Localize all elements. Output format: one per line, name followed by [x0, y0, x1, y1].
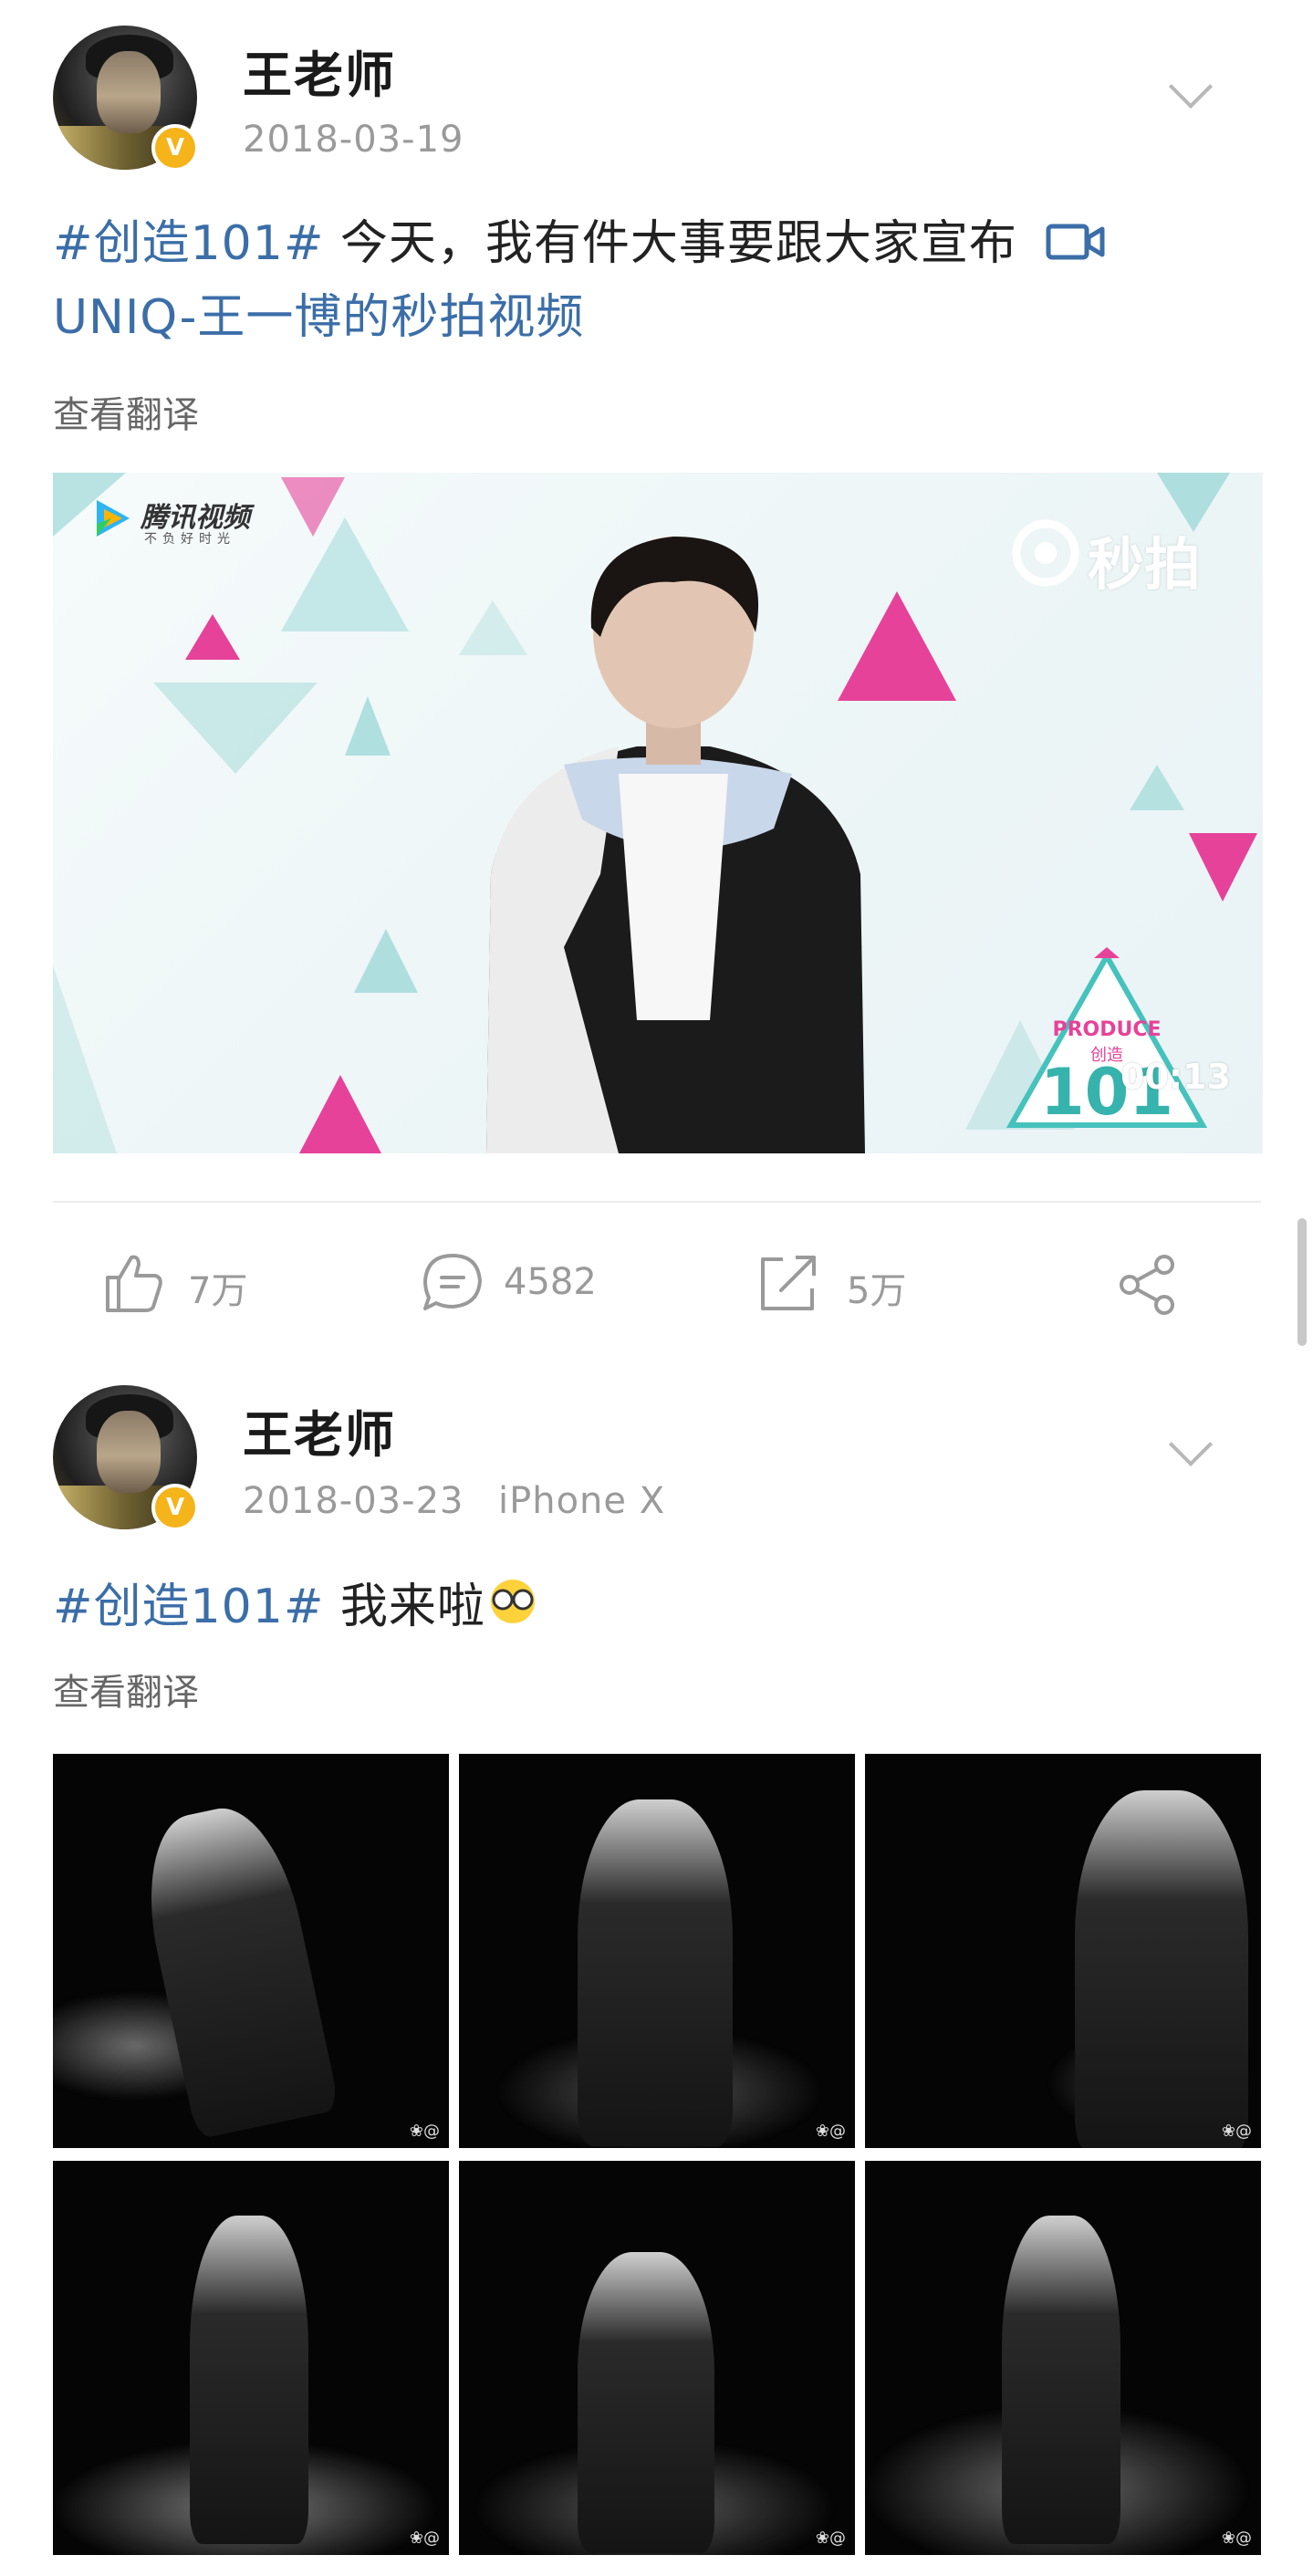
- chevron-down-icon[interactable]: [1168, 1422, 1214, 1467]
- photo-thumbnail[interactable]: ❀@: [459, 1754, 855, 2148]
- like-count: 7万: [188, 1270, 248, 1312]
- tencent-video-icon: [97, 500, 130, 537]
- post-text: #创造101# 今天，我有件大事要跟大家宣布 UNIQ-王一博的秒拍视频: [53, 208, 1276, 353]
- photo-watermark: ❀@: [1221, 2122, 1252, 2141]
- comment-icon: [423, 1254, 482, 1310]
- person-figure: [486, 537, 865, 1153]
- emoji-icon: [485, 1574, 540, 1645]
- post-date: 2018-03-19: [243, 119, 464, 161]
- post-text: #创造101# 我来啦: [53, 1571, 1276, 1645]
- comment-button[interactable]: 4582: [420, 1250, 639, 1323]
- repost-count: 5万: [847, 1270, 907, 1312]
- tencent-video-slogan: 不负好时光: [144, 532, 235, 547]
- photo-watermark: ❀@: [815, 2529, 846, 2548]
- translate-link[interactable]: 查看翻译: [53, 385, 199, 438]
- miaopai-icon: [1012, 519, 1079, 587]
- photo-thumbnail[interactable]: ❀@: [865, 2161, 1261, 2555]
- topic-link[interactable]: #创造101#: [53, 1580, 324, 1634]
- translate-link[interactable]: 查看翻译: [53, 1663, 199, 1716]
- video-timestamp: 00:13: [1120, 1057, 1231, 1097]
- scrollbar[interactable]: [1297, 1218, 1307, 1346]
- username[interactable]: 王老师: [243, 1394, 396, 1466]
- photo-watermark: ❀@: [409, 2122, 440, 2141]
- repost-button[interactable]: 5万: [755, 1250, 956, 1323]
- video-player[interactable]: 腾讯视频 不负好时光 秒拍 PRODUCE 创造 101 00:13: [53, 473, 1263, 1153]
- photo-watermark: ❀@: [409, 2529, 440, 2548]
- photo-thumbnail[interactable]: ❀@: [53, 1754, 449, 2148]
- repost-icon: [761, 1256, 816, 1310]
- produce101-logo: PRODUCE 创造 101: [1006, 947, 1207, 1130]
- verified-badge-icon: V: [151, 124, 199, 172]
- post-body: 今天，我有件大事要跟大家宣布: [324, 216, 1017, 271]
- miaopai-text: 秒拍: [1088, 531, 1202, 598]
- photo-thumbnail[interactable]: ❀@: [459, 2161, 855, 2555]
- produce-text: PRODUCE: [1052, 1018, 1162, 1041]
- divider: [53, 1201, 1261, 1203]
- chevron-down-icon[interactable]: [1168, 64, 1214, 110]
- video-link[interactable]: UNIQ-王一博的秒拍视频: [53, 290, 584, 345]
- username[interactable]: 王老师: [243, 35, 396, 107]
- photo-thumbnail[interactable]: ❀@: [53, 2161, 449, 2555]
- post-device: iPhone X: [498, 1480, 666, 1522]
- like-button[interactable]: 7万: [100, 1250, 301, 1323]
- share-button[interactable]: [1115, 1252, 1181, 1318]
- video-camera-icon: [1046, 211, 1106, 282]
- post-body: 我来啦: [324, 1580, 485, 1634]
- share-icon: [1120, 1255, 1174, 1315]
- comment-count: 4582: [504, 1261, 597, 1303]
- photo-thumbnail[interactable]: ❀@: [865, 1754, 1261, 2148]
- post-date: 2018-03-23: [243, 1480, 464, 1522]
- verified-badge-icon: V: [151, 1484, 199, 1531]
- photo-watermark: ❀@: [1221, 2529, 1252, 2548]
- topic-link[interactable]: #创造101#: [53, 216, 324, 271]
- like-icon: [106, 1255, 162, 1312]
- photo-watermark: ❀@: [815, 2122, 846, 2141]
